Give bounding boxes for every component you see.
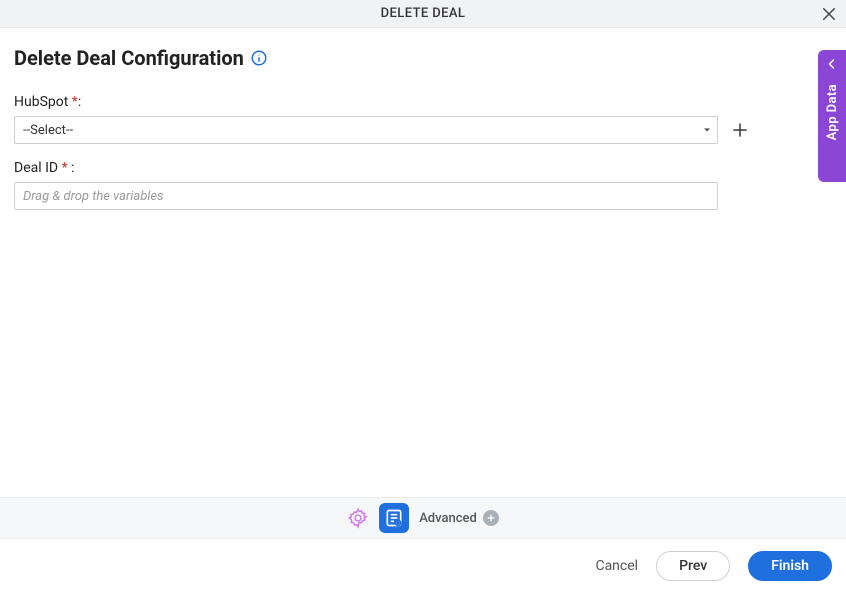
dealid-field-row: Deal ID * : xyxy=(14,160,832,210)
titlebar: DELETE DEAL xyxy=(0,0,846,28)
titlebar-title: DELETE DEAL xyxy=(381,6,466,21)
hubspot-select-row: --Select-- xyxy=(14,116,832,144)
app-data-label: App Data xyxy=(825,84,840,140)
hubspot-select[interactable]: --Select-- xyxy=(14,116,718,144)
plus-circle-icon xyxy=(483,510,499,526)
close-icon[interactable] xyxy=(820,5,838,23)
cancel-button[interactable]: Cancel xyxy=(595,558,638,574)
form-view-button[interactable] xyxy=(379,503,409,533)
hubspot-label: HubSpot *: xyxy=(14,94,832,110)
dealid-label: Deal ID * : xyxy=(14,160,832,176)
advanced-label: Advanced xyxy=(419,511,477,526)
advanced-toggle[interactable]: Advanced xyxy=(419,510,499,526)
hubspot-field-row: HubSpot *: --Select-- xyxy=(14,94,832,144)
page-title: Delete Deal Configuration xyxy=(14,46,244,70)
dealid-label-text: Deal ID xyxy=(14,160,62,176)
info-icon[interactable] xyxy=(250,49,268,67)
settings-button[interactable] xyxy=(347,507,369,529)
bottom-toolbar: Advanced xyxy=(0,497,846,539)
dealid-input[interactable] xyxy=(14,182,718,210)
page-title-row: Delete Deal Configuration xyxy=(14,46,832,70)
hubspot-label-colon: : xyxy=(78,94,81,110)
dealid-label-colon: : xyxy=(68,160,75,176)
footer: Cancel Prev Finish xyxy=(0,539,846,593)
app-data-panel-toggle[interactable]: App Data xyxy=(818,50,846,182)
finish-button[interactable]: Finish xyxy=(748,551,832,581)
add-hubspot-button[interactable] xyxy=(728,118,752,142)
hubspot-label-text: HubSpot xyxy=(14,94,68,110)
prev-button[interactable]: Prev xyxy=(656,551,730,581)
hubspot-select-wrap: --Select-- xyxy=(14,116,718,144)
content-area: Delete Deal Configuration HubSpot *: --S… xyxy=(0,28,846,497)
chevron-left-icon xyxy=(826,58,838,70)
